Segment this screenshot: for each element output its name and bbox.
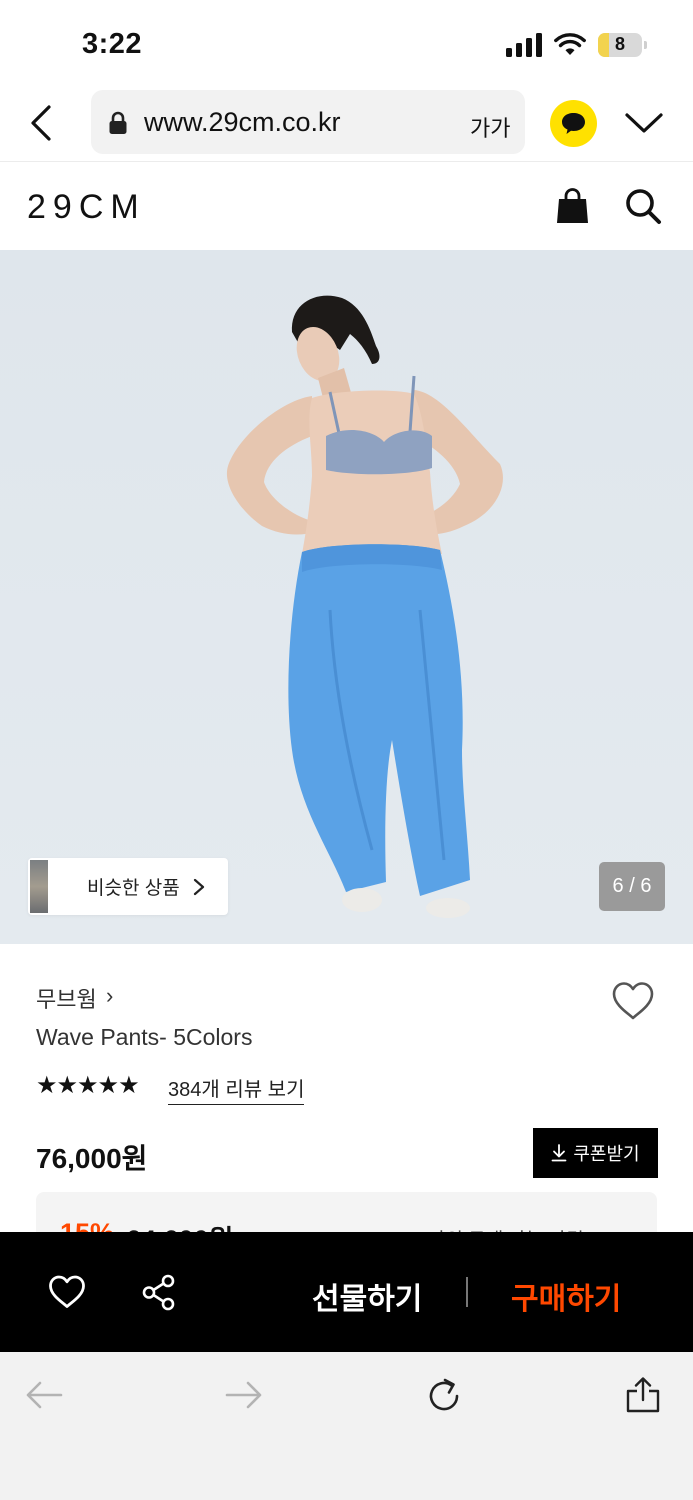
kakao-chat-button[interactable] xyxy=(550,100,597,147)
similar-product-thumbnail[interactable] xyxy=(30,860,48,913)
reviews-link[interactable]: 384개 리뷰 보기 xyxy=(168,1073,305,1105)
battery-cap xyxy=(644,41,647,49)
browser-bar-divider xyxy=(0,161,693,162)
battery-percent: 8 xyxy=(614,34,625,54)
status-time: 3:22 xyxy=(82,28,143,60)
site-logo[interactable]: 29CM xyxy=(27,188,146,227)
product-image[interactable] xyxy=(0,250,693,944)
browser-toolbar xyxy=(0,1352,693,1500)
buy-button[interactable]: 구매하기 xyxy=(511,1274,621,1318)
like-heart-icon[interactable] xyxy=(48,1275,86,1309)
search-icon[interactable] xyxy=(624,187,662,225)
wishlist-heart-icon[interactable] xyxy=(611,981,655,1021)
similar-products-label[interactable]: 비슷한 상품 xyxy=(87,873,180,900)
rating-stars-icon: ★★★★★ xyxy=(36,1072,140,1099)
brand-link[interactable]: 무브웜 xyxy=(36,982,97,1014)
browser-forward-arrow-icon[interactable] xyxy=(225,1381,263,1409)
wifi-icon xyxy=(554,33,586,55)
gift-button[interactable]: 선물하기 xyxy=(312,1274,422,1318)
model-photo xyxy=(226,295,503,918)
text-size-button[interactable]: 가가 xyxy=(470,111,510,143)
coupon-label: 쿠폰받기 xyxy=(573,1144,640,1164)
expand-chevron-down-icon[interactable] xyxy=(624,110,664,136)
browser-back-arrow-icon[interactable] xyxy=(25,1381,63,1409)
battery-icon: 8 xyxy=(598,33,642,57)
reload-icon[interactable] xyxy=(425,1377,463,1415)
share-icon[interactable] xyxy=(141,1274,177,1311)
image-counter-badge: 6 / 6 xyxy=(599,862,665,911)
download-icon xyxy=(551,1144,567,1162)
cellular-signal-icon xyxy=(506,33,542,57)
chat-bubble-icon xyxy=(562,113,585,134)
chevron-right-icon xyxy=(193,878,205,896)
back-chevron-icon[interactable] xyxy=(28,104,54,142)
product-name: Wave Pants- 5Colors xyxy=(36,1024,253,1050)
lock-icon xyxy=(109,111,127,134)
coupon-download-button[interactable]: 쿠폰받기 xyxy=(533,1128,658,1178)
action-separator xyxy=(466,1277,468,1307)
product-price: 76,000원 xyxy=(36,1143,148,1174)
url-text[interactable]: www.29cm.co.kr xyxy=(144,107,341,138)
shopping-bag-icon[interactable] xyxy=(555,187,590,224)
brand-chevron-icon[interactable]: › xyxy=(106,983,113,1009)
share-upload-icon[interactable] xyxy=(624,1376,662,1414)
